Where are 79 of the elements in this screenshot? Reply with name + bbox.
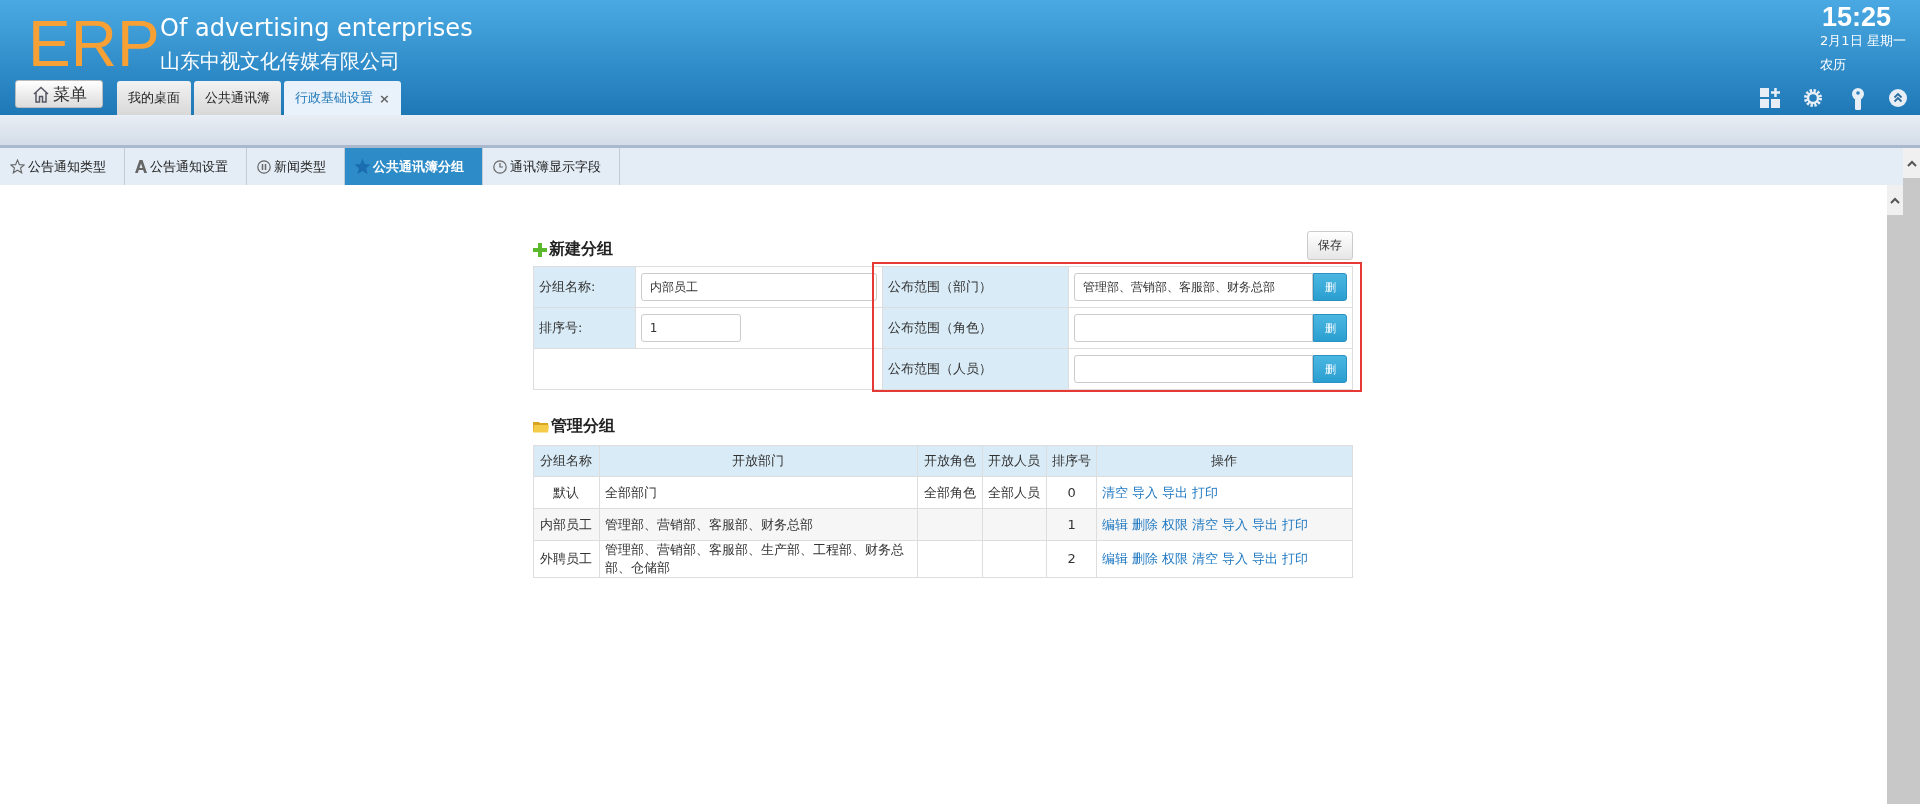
action-link[interactable]: 打印 (1281, 516, 1308, 532)
table-cell: 1 (1046, 508, 1097, 541)
table-cell: 全部人员 (982, 476, 1047, 509)
section-heading: 新建分组 (549, 239, 613, 260)
scrollbar[interactable] (1903, 148, 1920, 804)
field-label: 公布范围（人员） (882, 348, 1069, 390)
folder-icon (533, 419, 549, 433)
add-widget-icon[interactable] (1760, 88, 1780, 108)
delete-button[interactable]: 删 (1313, 273, 1347, 301)
column-header: 操作 (1096, 445, 1353, 477)
tab[interactable]: 我的桌面 (117, 81, 191, 115)
star-icon (10, 159, 25, 174)
star-icon (355, 159, 370, 174)
column-header: 分组名称 (533, 445, 600, 477)
table-cell: 全部角色 (917, 476, 983, 509)
action-link[interactable]: 清空 (1101, 484, 1128, 500)
tab[interactable]: 公告通知类型 (0, 148, 125, 185)
action-link[interactable]: 打印 (1191, 484, 1218, 500)
column-header: 开放角色 (917, 445, 983, 477)
tab[interactable]: 公告通知设置 (125, 148, 247, 185)
action-link[interactable]: 导入 (1221, 516, 1248, 532)
input-field[interactable]: 1 (640, 314, 741, 342)
field-label: 公布范围（部门） (882, 266, 1069, 308)
field-label: 排序号: (533, 307, 636, 349)
key-icon[interactable] (1850, 88, 1866, 110)
tab[interactable]: 通讯簿显示字段 (483, 148, 620, 185)
input-field[interactable]: 管理部、营销部、客服部、财务总部 (1074, 273, 1313, 301)
table-cell: 管理部、营销部、客服部、财务总部 (599, 508, 918, 541)
tab[interactable]: 公共通讯簿 (194, 81, 281, 115)
menu-button[interactable]: 菜单 (15, 80, 103, 108)
action-link[interactable]: 编辑 (1101, 516, 1128, 532)
action-link[interactable]: 删除 (1131, 551, 1158, 566)
action-link[interactable]: 编辑 (1101, 551, 1128, 566)
close-icon[interactable]: × (379, 90, 390, 106)
input-field[interactable] (1074, 314, 1313, 342)
tab[interactable]: 公共通讯簿分组 (345, 148, 483, 185)
table-cell: 2 (1046, 540, 1097, 578)
table-cell: 0 (1046, 476, 1097, 509)
table-cell: 默认 (533, 476, 600, 509)
tab[interactable]: 行政基础设置 × (284, 81, 401, 115)
action-link[interactable]: 打印 (1281, 551, 1308, 566)
delete-button[interactable]: 删 (1313, 314, 1347, 342)
save-button[interactable]: 保存 (1307, 231, 1353, 260)
action-link[interactable]: 导出 (1161, 484, 1188, 500)
clock-time: 15:25 (1822, 2, 1892, 33)
company-name: 山东中视文化传媒有限公司 (160, 48, 400, 75)
pause-icon (257, 159, 271, 174)
action-link[interactable]: 清空 (1191, 516, 1218, 532)
table-cell: 外聘员工 (533, 540, 600, 578)
action-link[interactable]: 导入 (1221, 551, 1248, 566)
action-link[interactable]: 导出 (1251, 516, 1278, 532)
action-link[interactable]: 删除 (1131, 516, 1158, 532)
action-link[interactable]: 权限 (1161, 551, 1188, 566)
action-link[interactable]: 导入 (1131, 484, 1158, 500)
table-cell: 管理部、营销部、客服部、生产部、工程部、财务总部、仓储部 (599, 540, 918, 578)
clock-icon (493, 159, 507, 174)
column-header: 排序号 (1046, 445, 1097, 477)
action-link[interactable]: 清空 (1191, 551, 1218, 566)
column-header: 开放部门 (599, 445, 918, 477)
plus-icon (533, 242, 547, 257)
input-field[interactable] (1074, 355, 1313, 383)
logo: ERP (28, 12, 160, 76)
app-title: Of advertising enterprises (160, 14, 473, 43)
scrollbar[interactable] (1887, 185, 1903, 804)
lunar-label: 农历 (1820, 56, 1846, 74)
delete-button[interactable]: 删 (1313, 355, 1347, 383)
settings-icon[interactable] (1803, 88, 1823, 108)
action-link[interactable]: 导出 (1251, 551, 1278, 566)
section-heading: 管理分组 (551, 415, 615, 437)
column-header: 开放人员 (982, 445, 1047, 477)
field-label: 分组名称: (533, 266, 636, 308)
action-link[interactable]: 权限 (1161, 516, 1188, 532)
table-cell: 全部部门 (599, 476, 918, 509)
table-cell: 内部员工 (533, 508, 600, 541)
input-field[interactable]: 内部员工 (640, 273, 877, 301)
field-label: 公布范围（角色） (882, 307, 1069, 349)
home-icon (31, 85, 50, 103)
collapse-icon[interactable] (1889, 89, 1907, 107)
date-text: 2月1日 星期一 (1820, 32, 1906, 50)
